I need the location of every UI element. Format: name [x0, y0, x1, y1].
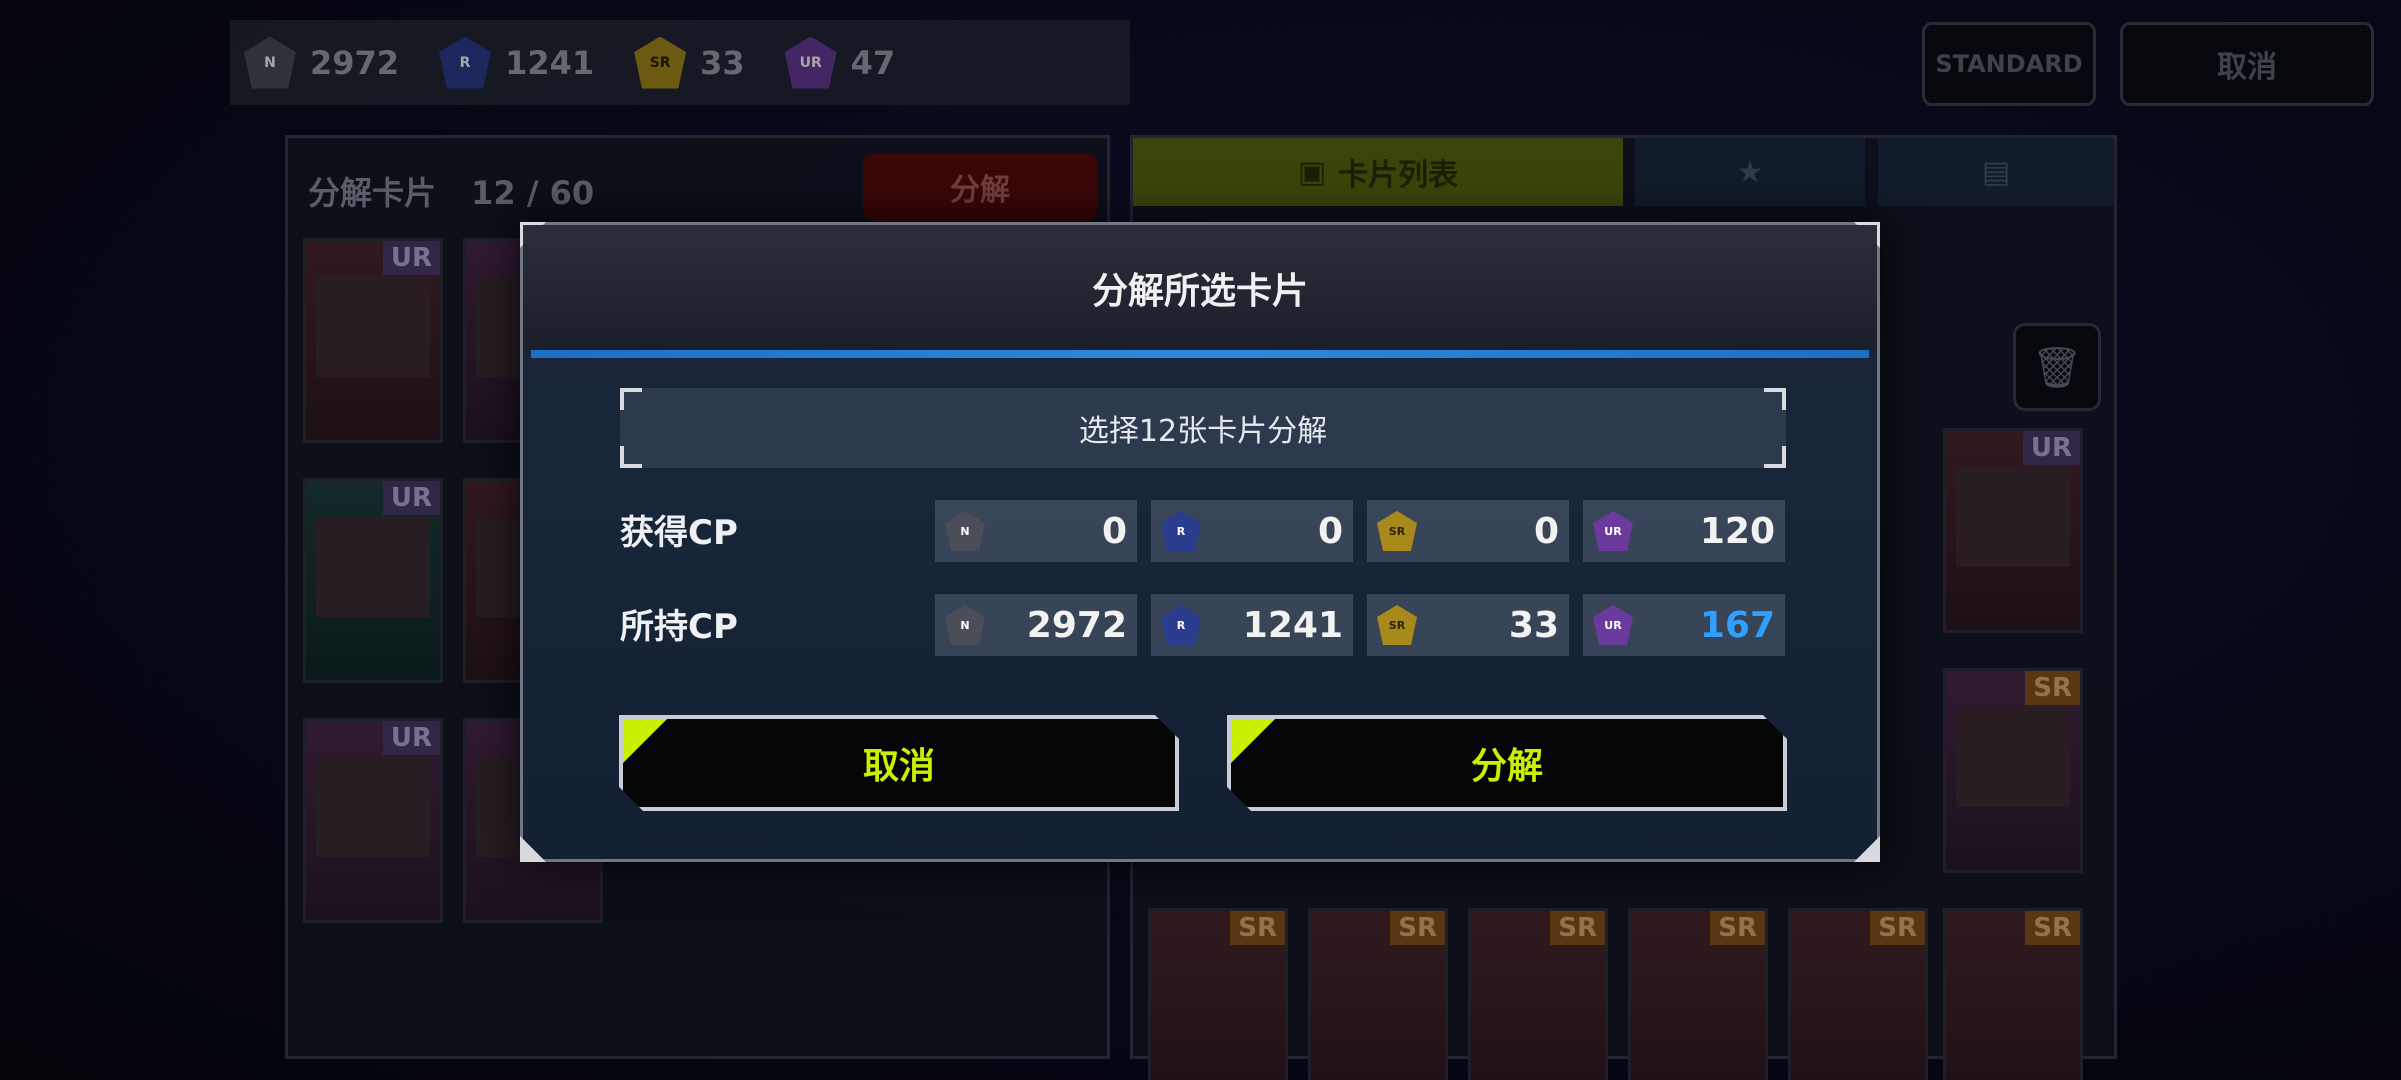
dialog-decompose-button[interactable]: 分解: [1227, 715, 1787, 811]
bracket-decoration: [1764, 388, 1786, 410]
hold-cp-sr-value: 33: [1508, 604, 1559, 646]
gain-cp-r-value: 0: [1317, 510, 1343, 552]
bracket-decoration: [620, 446, 642, 468]
gain-cp-n-value: 0: [1101, 510, 1127, 552]
dialog-title: 分解所选卡片: [523, 225, 1877, 350]
dialog-decompose-label: 分解: [1470, 746, 1543, 787]
gain-cp-n: N 0: [935, 500, 1137, 562]
cp-r-icon: R: [1161, 511, 1201, 551]
cp-ur-icon: UR: [1593, 605, 1633, 645]
dialog-cancel-button[interactable]: 取消: [619, 715, 1179, 811]
gain-cp-r: R 0: [1151, 500, 1353, 562]
hold-cp-label: 所持CP: [620, 607, 738, 647]
selection-info-text: 选择12张卡片分解: [1078, 414, 1328, 449]
hold-cp-ur-value: 167: [1699, 604, 1775, 646]
dialog-corner: [1854, 836, 1880, 862]
cp-sr-icon: SR: [1377, 511, 1417, 551]
cp-ur-icon: UR: [1593, 511, 1633, 551]
hold-cp-n: N 2972: [935, 594, 1137, 656]
hold-cp-sr: SR 33: [1367, 594, 1569, 656]
cp-n-icon: N: [945, 511, 985, 551]
selection-info: 选择12张卡片分解: [620, 388, 1786, 468]
hold-cp-n-value: 2972: [1026, 604, 1127, 646]
gain-cp-label: 获得CP: [620, 513, 738, 553]
dialog-corner: [520, 836, 546, 862]
cp-r-icon: R: [1161, 605, 1201, 645]
hold-cp-r: R 1241: [1151, 594, 1353, 656]
dialog-cancel-label: 取消: [862, 746, 935, 787]
gain-cp-ur: UR 120: [1583, 500, 1785, 562]
gain-cp-sr: SR 0: [1367, 500, 1569, 562]
cp-sr-icon: SR: [1377, 605, 1417, 645]
hold-cp-r-value: 1241: [1242, 604, 1343, 646]
bracket-decoration: [1764, 446, 1786, 468]
hold-cp-ur: UR 167: [1583, 594, 1785, 656]
gain-cp-ur-value: 120: [1699, 510, 1775, 552]
gain-cp-sr-value: 0: [1533, 510, 1559, 552]
cp-n-icon: N: [945, 605, 985, 645]
header-divider: [531, 350, 1869, 358]
bracket-decoration: [620, 388, 642, 410]
decompose-dialog: 分解所选卡片 选择12张卡片分解 获得CP N 0 R 0 SR 0 UR 12…: [520, 222, 1880, 862]
